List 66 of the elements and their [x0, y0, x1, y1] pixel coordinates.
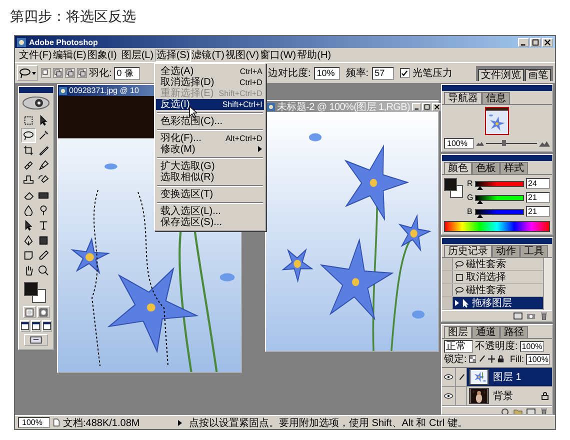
menu-option[interactable]: 取消选择(D) Ctrl+D — [156, 76, 264, 88]
palette-tab[interactable]: 色板 — [472, 162, 500, 174]
menu-option[interactable]: 载入选区(L)... — [156, 206, 264, 216]
document-title: 未标题-2 @ 100%(图层 1,RGB) — [277, 100, 410, 114]
menu-item[interactable]: 文件(F) — [19, 48, 52, 62]
step-heading: 第四步：将选区反选 — [9, 8, 136, 27]
menu-item[interactable]: 视图(V) — [226, 48, 260, 62]
menu-option[interactable]: 全选(A) Ctrl+A — [156, 66, 264, 76]
palette-well-tab[interactable]: 画笔 — [525, 68, 551, 80]
menu-option[interactable]: 保存选区(S)... — [156, 216, 264, 228]
frequency-field[interactable]: 57 — [372, 66, 394, 80]
menu-option[interactable]: 羽化(F)... Alt+Ctrl+D — [156, 132, 264, 144]
menu-option[interactable]: 扩大选取(G) — [156, 160, 264, 172]
opacity-label: 不透明度: — [475, 340, 518, 353]
menu-item[interactable]: 图象(I) — [87, 48, 117, 62]
channel-value-field[interactable]: 24 — [526, 178, 550, 189]
window-title: Adobe Photoshop — [29, 38, 98, 46]
palette-tab[interactable]: 图层 — [444, 326, 472, 338]
palette-tab[interactable]: 动作 — [492, 245, 520, 257]
menu-item[interactable]: 窗口(W) — [260, 48, 296, 62]
pen-pressure-label: 光笔压力 — [412, 66, 453, 80]
menu-option[interactable]: 反选(I) Shift+Ctrl+I — [156, 98, 264, 110]
opacity-field[interactable]: 100% — [520, 340, 544, 352]
palette-tab[interactable]: 通道 — [472, 326, 500, 338]
channel-value-field[interactable]: 21 — [526, 206, 550, 217]
menu-option[interactable]: 修改(M) — [156, 144, 264, 154]
menu-option[interactable]: 变换选区(T) — [156, 188, 264, 200]
frequency-label: 频率: — [346, 66, 369, 80]
history-state[interactable]: 磁性套索 — [453, 284, 543, 296]
zoom-field[interactable]: 100% — [18, 417, 50, 428]
history-state[interactable]: 磁性套索 — [453, 258, 543, 270]
menu-item[interactable]: 编辑(E) — [53, 48, 86, 62]
document-size: 文档:488K/1.08M — [63, 416, 141, 430]
menu-item[interactable]: 选择(S) — [155, 48, 191, 62]
channel-value-field[interactable]: 21 — [526, 192, 550, 203]
menu-option[interactable]: 选取相似(R) — [156, 172, 264, 182]
palette-well-tab[interactable]: 文件浏览 — [478, 68, 524, 80]
zoom-field[interactable]: 100% — [444, 138, 474, 149]
palette-tab[interactable]: 历史记录 — [444, 245, 492, 257]
fill-field[interactable]: 100% — [526, 354, 550, 364]
palette-tab[interactable]: 样式 — [500, 162, 528, 174]
palette-tab[interactable]: 导航器 — [444, 92, 482, 104]
history-state[interactable]: 拖移图层 — [453, 297, 543, 309]
blend-mode-dropdown[interactable]: 正常 — [444, 340, 473, 352]
layer-item[interactable]: 背景 — [467, 387, 552, 405]
channel-label: B — [467, 207, 473, 216]
palette-tab[interactable]: 颜色 — [444, 162, 472, 174]
menu-item[interactable]: 图层(L) — [121, 48, 154, 62]
palette-tab[interactable]: 路径 — [500, 326, 528, 338]
palette-tab[interactable]: 工具 — [520, 245, 548, 257]
edge-contrast-label: 边对比度: — [268, 66, 311, 80]
layer-item[interactable]: 图层 1 — [467, 368, 552, 386]
document-title: 00928371.jpg @ 10 — [69, 86, 139, 95]
fill-label: Fill: — [510, 354, 524, 364]
status-hint: 点按以设置紧固点。要用附加选项，使用 Shift、Alt 和 Ctrl 键。 — [189, 416, 468, 430]
channel-label: R — [467, 179, 473, 188]
menu-option[interactable]: 色彩范围(C)... — [156, 116, 264, 126]
menu-item[interactable]: 帮助(H) — [297, 48, 332, 62]
channel-label: G — [467, 193, 473, 202]
feather-label: 羽化: — [89, 67, 112, 80]
palette-tab[interactable]: 信息 — [482, 92, 510, 104]
edge-contrast-field[interactable]: 10% — [314, 66, 340, 80]
feather-field[interactable]: 0 像 — [114, 66, 140, 80]
menu-item[interactable]: 滤镜(T) — [192, 48, 224, 62]
history-state[interactable]: 取消选择 — [453, 271, 543, 283]
lock-label: 锁定: — [444, 352, 467, 366]
